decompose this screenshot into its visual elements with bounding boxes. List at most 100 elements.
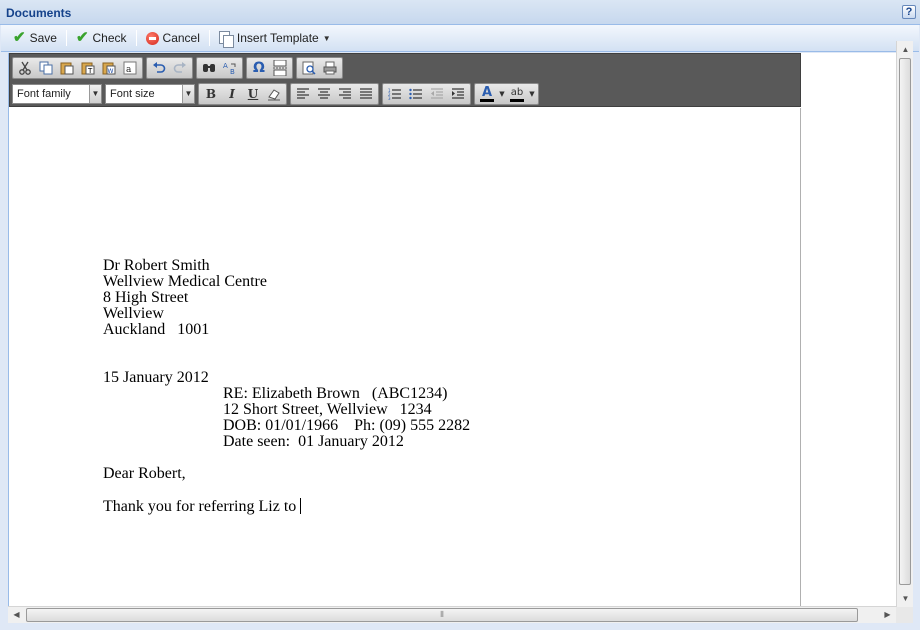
toolbar-row-2: Font family ▼ Font size ▼ B I U 1 2 3 A … <box>12 82 542 106</box>
bottom-strip <box>0 623 920 630</box>
svg-text:A: A <box>223 62 228 70</box>
horizontal-scrollbar[interactable]: ◀ ⦀ ▶ <box>8 606 896 623</box>
scroll-down-arrow-icon[interactable]: ▼ <box>897 590 914 607</box>
re-patient: RE: Elizabeth Brown (ABC1234) <box>223 385 448 402</box>
alignment-group <box>290 83 379 105</box>
checkmark-icon: ✔ <box>13 29 26 46</box>
svg-text:T: T <box>87 67 93 75</box>
vertical-scrollbar[interactable]: ▲ ▼ <box>896 41 913 607</box>
checkmark-icon: ✔ <box>75 29 89 46</box>
svg-text:W: W <box>108 68 114 75</box>
color-group: A ▼ ab ▼ <box>474 83 539 105</box>
align-center-icon[interactable] <box>314 85 334 103</box>
save-label: Save <box>29 31 57 45</box>
undo-icon[interactable] <box>149 59 169 77</box>
separator <box>208 30 210 46</box>
italic-icon[interactable]: I <box>222 85 242 103</box>
omega-glyph: Ω <box>253 60 265 76</box>
scroll-corner <box>896 607 913 624</box>
list-group: 123 <box>382 83 471 105</box>
font-size-select[interactable]: Font size ▼ <box>105 84 195 104</box>
highlight-color-dropdown[interactable]: ▼ <box>528 85 536 103</box>
panel-header: Documents ? <box>0 0 920 25</box>
paste-text-icon[interactable]: T <box>78 59 98 77</box>
scroll-right-arrow-icon[interactable]: ▶ <box>879 607 896 623</box>
svg-text:a: a <box>126 65 132 75</box>
template-icon <box>218 30 234 48</box>
chevron-down-icon: ▼ <box>89 85 101 103</box>
bold-icon[interactable]: B <box>201 85 221 103</box>
insert-template-button[interactable]: Insert Template ▼ <box>215 29 335 48</box>
chevron-down-icon: ▼ <box>182 85 194 103</box>
cancel-icon <box>145 31 159 45</box>
outdent-icon[interactable] <box>427 85 447 103</box>
check-button[interactable]: ✔ Check <box>72 29 131 47</box>
text-color-swatch <box>480 99 494 102</box>
recipient-street: 8 High Street <box>103 289 189 306</box>
align-left-icon[interactable] <box>293 85 313 103</box>
paste-icon[interactable] <box>57 59 77 77</box>
numbered-list-icon[interactable]: 123 <box>385 85 405 103</box>
align-right-icon[interactable] <box>335 85 355 103</box>
recipient-practice: Wellview Medical Centre <box>103 273 267 290</box>
separator <box>135 30 137 46</box>
underline-icon[interactable]: U <box>243 85 263 103</box>
re-dob-phone: DOB: 01/01/1966 Ph: (09) 555 2282 <box>223 417 471 434</box>
recipient-city: Auckland 1001 <box>103 321 210 338</box>
text-style-group: B I U <box>198 83 287 105</box>
svg-text:3: 3 <box>388 96 391 100</box>
spellcheck-icon[interactable]: a <box>120 59 140 77</box>
clipboard-group: T W a <box>12 57 143 79</box>
replace-icon[interactable]: AB <box>220 59 240 77</box>
horizontal-scroll-thumb[interactable]: ⦀ <box>26 608 858 622</box>
find-group: AB <box>196 57 243 79</box>
body-line: Thank you for referring Liz to <box>103 498 302 515</box>
history-group <box>146 57 193 79</box>
output-group <box>296 57 343 79</box>
document-body[interactable]: Dr Robert Smith Wellview Medical Centre … <box>9 108 801 606</box>
preview-icon[interactable] <box>299 59 319 77</box>
page-break-icon[interactable] <box>270 59 290 77</box>
letter-date: 15 January 2012 <box>103 369 209 386</box>
save-button[interactable]: ✔ Save <box>9 29 61 47</box>
svg-text:B: B <box>230 68 235 75</box>
scroll-up-arrow-icon[interactable]: ▲ <box>897 41 914 58</box>
dropdown-arrow-icon: ▼ <box>322 33 331 43</box>
copy-icon[interactable] <box>36 59 56 77</box>
editor-area: T W a A B Ω Font family ▼ Font size ▼ B … <box>8 53 902 606</box>
cancel-button[interactable]: Cancel <box>142 29 204 47</box>
paste-word-icon[interactable]: W <box>99 59 119 77</box>
text-color-dropdown[interactable]: ▼ <box>498 85 506 103</box>
check-label: Check <box>92 31 127 45</box>
font-family-select[interactable]: Font family ▼ <box>12 84 102 104</box>
insert-template-label: Insert Template <box>236 31 319 45</box>
find-icon[interactable] <box>199 59 219 77</box>
print-icon[interactable] <box>320 59 340 77</box>
redo-icon[interactable] <box>170 59 190 77</box>
indent-icon[interactable] <box>448 85 468 103</box>
text-color-icon[interactable]: A <box>477 85 497 103</box>
text-cursor <box>300 498 302 514</box>
re-address: 12 Short Street, Wellview 1234 <box>223 401 432 418</box>
italic-glyph: I <box>229 87 235 101</box>
bold-glyph: B <box>205 87 217 101</box>
panel-title: Documents <box>6 6 72 20</box>
insert-group: Ω <box>246 57 293 79</box>
highlight-glyph: ab <box>510 86 524 98</box>
justify-icon[interactable] <box>356 85 376 103</box>
action-bar: ✔ Save ✔ Check Cancel Insert Template ▼ <box>1 25 919 52</box>
underline-glyph: U <box>247 87 259 101</box>
remove-format-icon[interactable] <box>264 85 284 103</box>
highlight-color-icon[interactable]: ab <box>507 85 527 103</box>
help-button[interactable]: ? <box>902 5 916 19</box>
recipient-suburb: Wellview <box>103 305 164 322</box>
highlight-swatch <box>510 98 524 102</box>
editor-toolbar: T W a A B Ω Font family ▼ Font size ▼ B … <box>9 53 801 107</box>
vertical-scroll-thumb[interactable] <box>899 58 911 585</box>
special-char-icon[interactable]: Ω <box>249 59 269 77</box>
bullet-list-icon[interactable] <box>406 85 426 103</box>
cancel-label: Cancel <box>162 31 200 45</box>
scroll-left-arrow-icon[interactable]: ◀ <box>8 607 25 623</box>
re-date-seen: Date seen: 01 January 2012 <box>223 433 404 450</box>
cut-icon[interactable] <box>15 59 35 77</box>
